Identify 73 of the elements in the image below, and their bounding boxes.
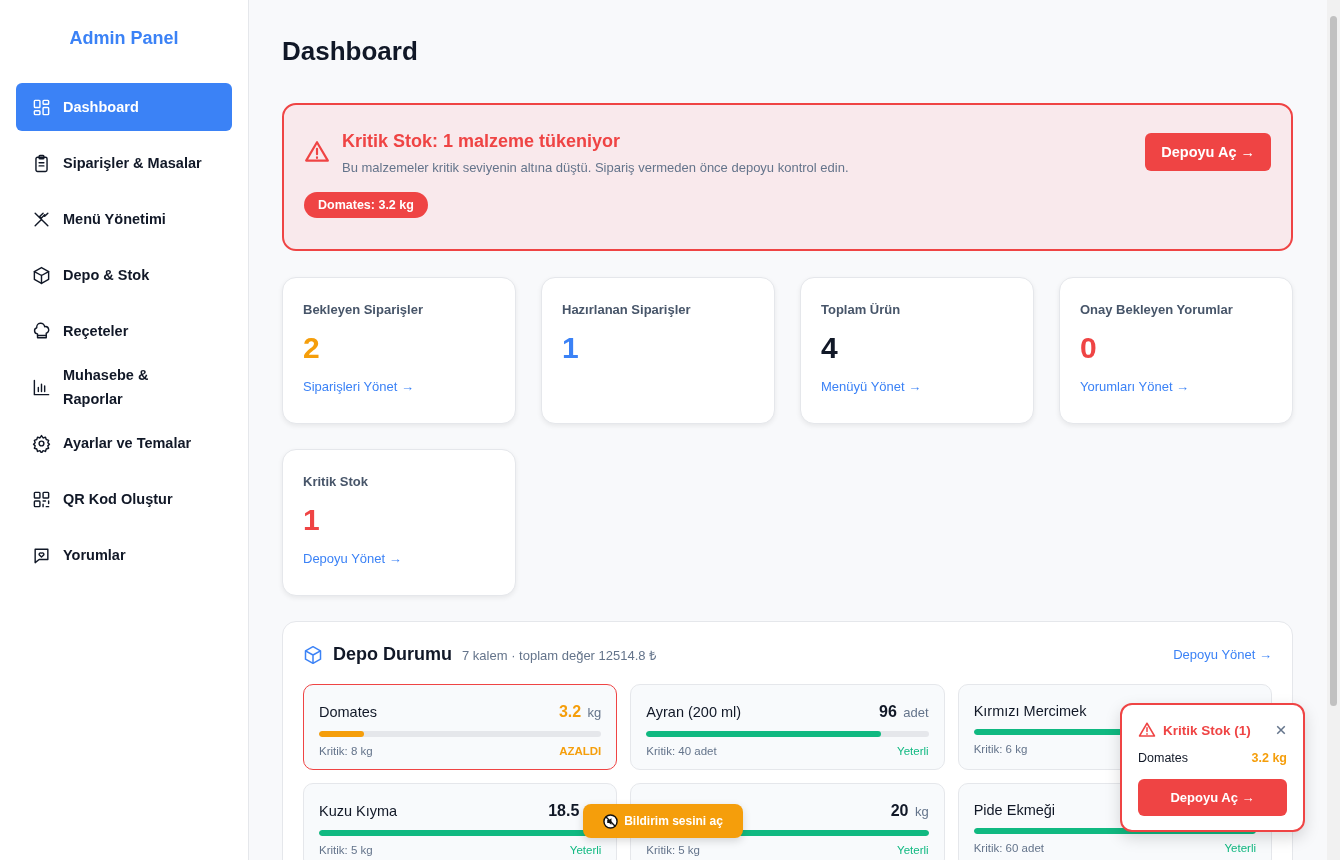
open-depot-button[interactable]: Depoyu Aç → [1138, 779, 1287, 816]
section-title: Depo Durumu [333, 644, 452, 665]
stat-value: 1 [303, 503, 321, 537]
stat-value: 4 [821, 331, 839, 365]
item-name: Kuzu Kıyma [319, 803, 398, 819]
alert-title: Kritik Stok: 1 malzeme tükeniyor [342, 131, 622, 152]
sidebar-item[interactable]: Depo & Stok [16, 251, 232, 299]
stock-status: Yeterli [1224, 842, 1256, 854]
item-quantity: 20 [890, 802, 909, 819]
sidebar-item[interactable]: QR Kod Oluştur [16, 475, 232, 523]
brand-title: Admin Panel [68, 28, 180, 49]
popup-title: Kritik Stok (1) [1163, 722, 1252, 738]
critical-level: Kritik: 60 adet [973, 842, 1044, 854]
manage-link[interactable]: Depoyu Yönet → [1173, 647, 1272, 662]
stat-value: 0 [1080, 331, 1098, 365]
stock-status: Yeterli [897, 844, 929, 856]
item-quantity: 3.2 kg [1251, 751, 1287, 765]
item-quantity: 18.5 [548, 802, 580, 819]
sidebar-item[interactable]: Muhasebe & Raporlar [16, 363, 232, 411]
sidebar-item[interactable]: Siparişler & Masalar [16, 139, 232, 187]
stock-status: Yeterli [569, 844, 602, 856]
stat-label: Bekleyen Siparişler [303, 302, 424, 317]
item-unit: kg [914, 804, 929, 819]
manage-link[interactable]: Yorumları Yönet → [1080, 379, 1190, 394]
box-icon [32, 265, 51, 285]
box-icon [303, 644, 323, 665]
item-name: Domates [1138, 751, 1189, 765]
manage-link[interactable]: Depoyu Yönet → [303, 551, 402, 566]
item-name: Pide Ekmeği [973, 802, 1056, 818]
stock-status: AZALDI [559, 745, 602, 757]
alert-message: Bu malzemeler kritik seviyenin altına düştü. Sipariş vermeden önce depoyu kontrol edin. [342, 160, 849, 175]
grid-icon [32, 97, 51, 117]
open-depot-button[interactable]: Depoyu Aç → [1145, 133, 1271, 171]
warning-icon [1138, 721, 1156, 739]
muted-speaker-icon [603, 813, 619, 829]
stat-label: Hazırlanan Siparişler [562, 302, 692, 317]
sidebar-item[interactable]: Menü Yönetimi [16, 195, 232, 243]
chart-icon [32, 377, 51, 397]
critical-level: Kritik: 5 kg [646, 844, 700, 856]
manage-link[interactable]: Siparişleri Yönet → [303, 379, 415, 394]
stat-value: 2 [303, 331, 321, 365]
stat-label: Kritik Stok [303, 474, 369, 489]
stock-summary: 7 kalem · toplam değer 12514.8 ₺ [462, 646, 657, 664]
item-quantity: 3.2 [558, 703, 582, 720]
sidebar-item[interactable]: Ayarlar ve Temalar [16, 419, 232, 467]
stat-value: 1 [562, 331, 580, 365]
item-unit: adet [903, 705, 929, 720]
page-title: Dashboard [282, 36, 419, 67]
critical-level: Kritik: 8 kg [319, 745, 373, 757]
manage-link[interactable]: Menüyü Yönet → [821, 379, 922, 394]
close-icon[interactable] [1275, 724, 1287, 736]
item-name: Kırmızı Mercimek [973, 703, 1087, 719]
chef-icon [32, 321, 51, 341]
settings-icon [32, 433, 51, 453]
sidebar-item[interactable]: Yorumlar [16, 531, 232, 579]
message-icon [32, 545, 51, 565]
sidebar-item[interactable]: Dashboard [16, 83, 232, 131]
item-quantity: 96 [879, 703, 897, 720]
item-unit: kg [587, 705, 602, 720]
item-name: Domates [319, 704, 378, 720]
critical-level: Kritik: 40 adet [646, 745, 717, 757]
stock-status: Yeterli [897, 745, 929, 757]
stat-label: Toplam Ürün [821, 302, 902, 317]
sound-toggle-button[interactable]: Bildirim sesini aç [583, 804, 743, 838]
qr-icon [32, 489, 51, 509]
sidebar-item[interactable]: Reçeteler [16, 307, 232, 355]
stat-label: Onay Bekleyen Yorumlar [1080, 302, 1234, 317]
critical-level: Kritik: 6 kg [973, 743, 1028, 755]
stock-tag: Domates: 3.2 kg [304, 192, 428, 218]
clipboard-icon [32, 153, 51, 173]
critical-level: Kritik: 5 kg [319, 844, 373, 856]
warning-icon [304, 139, 330, 165]
item-name: Ayran (200 ml) [646, 704, 742, 720]
